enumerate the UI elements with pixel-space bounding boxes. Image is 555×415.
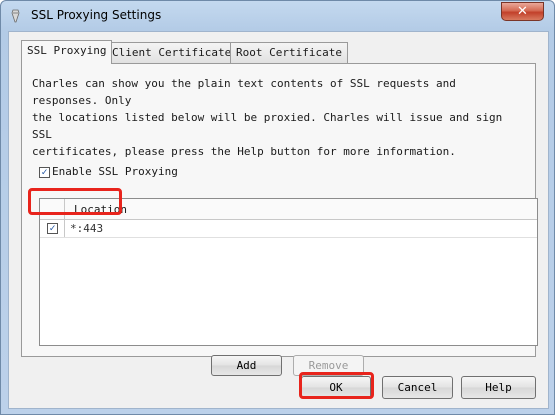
close-button[interactable]: ✕	[501, 2, 544, 21]
ssl-proxying-settings-window: SSL Proxying Settings ✕ SSL Proxying Cli…	[0, 0, 555, 415]
tab-label: SSL Proxying	[27, 44, 107, 57]
help-button[interactable]: Help	[461, 376, 536, 399]
check-icon: ✓	[41, 167, 48, 178]
tab-client-certificates[interactable]: Client Certificates	[106, 42, 244, 63]
check-icon: ✓	[49, 223, 56, 234]
table-row[interactable]: ✓ *:443	[40, 220, 537, 238]
close-icon: ✕	[517, 4, 528, 19]
row-enabled-checkbox[interactable]: ✓	[47, 223, 58, 234]
tab-root-certificate[interactable]: Root Certificate	[230, 42, 348, 63]
column-divider	[64, 220, 65, 237]
window-title: SSL Proxying Settings	[31, 8, 162, 22]
ok-button-highlight	[299, 372, 374, 399]
location-row-highlight	[28, 188, 122, 215]
enable-ssl-proxying-label[interactable]: Enable SSL Proxying	[52, 165, 178, 178]
locations-table: Location ✓ *:443	[39, 198, 538, 346]
tab-label: Client Certificates	[112, 46, 238, 59]
title-bar[interactable]: SSL Proxying Settings ✕	[1, 1, 554, 31]
ssl-description: Charles can show you the plain text cont…	[32, 77, 503, 158]
tab-label: Root Certificate	[236, 46, 342, 59]
charles-app-icon	[11, 9, 20, 23]
cancel-button[interactable]: Cancel	[382, 376, 453, 399]
tab-ssl-proxying[interactable]: SSL Proxying	[21, 40, 113, 64]
location-cell[interactable]: *:443	[70, 222, 103, 235]
dialog-body: SSL Proxying Client Certificates Root Ce…	[8, 31, 549, 409]
enable-ssl-proxying-checkbox[interactable]: ✓	[39, 167, 50, 178]
add-button[interactable]: Add	[211, 355, 282, 376]
